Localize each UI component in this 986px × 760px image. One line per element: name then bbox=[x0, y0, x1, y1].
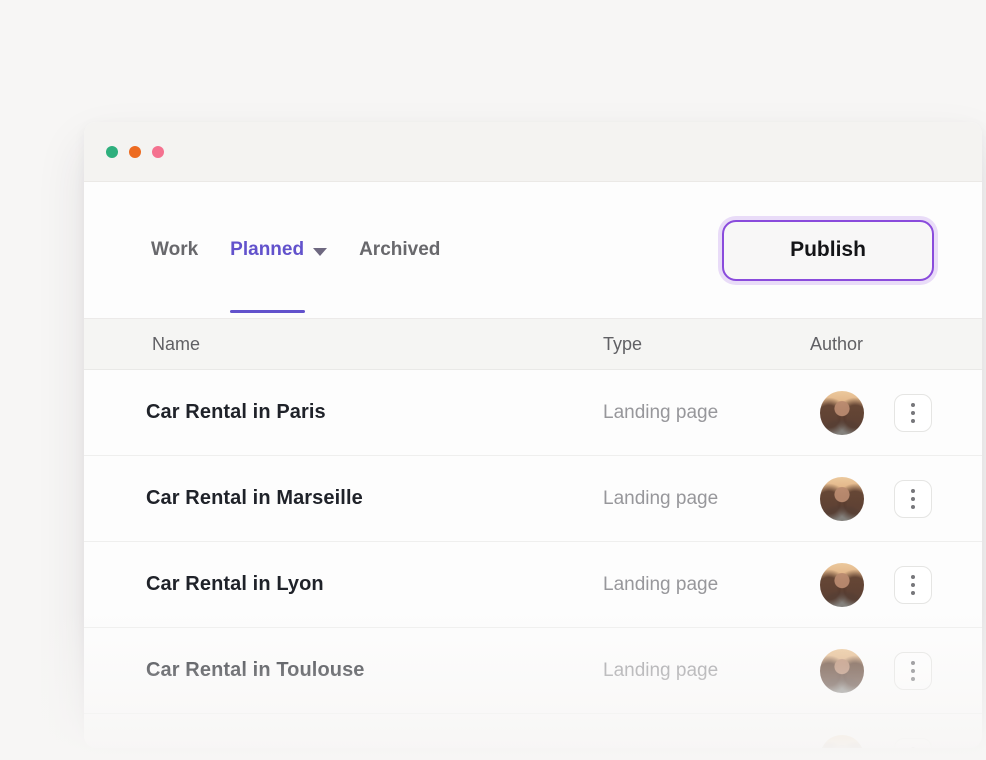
kebab-dot-icon bbox=[911, 505, 915, 509]
row-name: Car Rental in Lyon bbox=[146, 573, 603, 596]
row-menu-button[interactable] bbox=[894, 394, 932, 432]
row-menu-button[interactable] bbox=[894, 566, 932, 604]
publish-button[interactable]: Publish bbox=[722, 220, 934, 281]
titlebar bbox=[84, 122, 982, 182]
kebab-dot-icon bbox=[911, 747, 915, 748]
kebab-dot-icon bbox=[911, 661, 915, 665]
column-header-type: Type bbox=[603, 334, 810, 355]
tab-archived[interactable]: Archived bbox=[359, 182, 440, 318]
author-avatar bbox=[820, 735, 864, 748]
table-row-partial[interactable] bbox=[84, 714, 982, 748]
kebab-dot-icon bbox=[911, 583, 915, 587]
kebab-dot-icon bbox=[911, 669, 915, 673]
tab-archived-label: Archived bbox=[359, 239, 440, 261]
tab-planned-label: Planned bbox=[230, 239, 304, 261]
row-menu-button[interactable] bbox=[894, 652, 932, 690]
tab-work-label: Work bbox=[151, 239, 198, 261]
app-window: Work Planned Archived Publish Name Type … bbox=[84, 122, 982, 748]
author-avatar bbox=[820, 649, 864, 693]
traffic-lights bbox=[106, 146, 164, 158]
table-row[interactable]: Car Rental in Marseille Landing page bbox=[84, 456, 982, 542]
toolbar: Work Planned Archived Publish bbox=[84, 182, 982, 318]
row-type: Landing page bbox=[603, 660, 810, 682]
table-row[interactable]: Car Rental in Lyon Landing page bbox=[84, 542, 982, 628]
kebab-dot-icon bbox=[911, 489, 915, 493]
row-type: Landing page bbox=[603, 488, 810, 510]
row-name: Car Rental in Marseille bbox=[146, 487, 603, 510]
traffic-light-pink-icon[interactable] bbox=[152, 146, 164, 158]
table-header: Name Type Author bbox=[84, 318, 982, 370]
active-tab-underline bbox=[230, 310, 305, 313]
row-menu-button[interactable] bbox=[894, 480, 932, 518]
traffic-light-orange-icon[interactable] bbox=[129, 146, 141, 158]
table-row[interactable]: Car Rental in Toulouse Landing page bbox=[84, 628, 982, 714]
kebab-dot-icon bbox=[911, 403, 915, 407]
kebab-dot-icon bbox=[911, 411, 915, 415]
row-type: Landing page bbox=[603, 402, 810, 424]
kebab-dot-icon bbox=[911, 591, 915, 595]
row-menu-button[interactable] bbox=[894, 738, 932, 748]
column-header-author: Author bbox=[810, 334, 894, 355]
author-avatar bbox=[820, 477, 864, 521]
row-name: Car Rental in Paris bbox=[146, 401, 603, 424]
row-type: Landing page bbox=[603, 574, 810, 596]
kebab-dot-icon bbox=[911, 497, 915, 501]
kebab-dot-icon bbox=[911, 575, 915, 579]
kebab-dot-icon bbox=[911, 419, 915, 423]
author-avatar bbox=[820, 391, 864, 435]
tab-work[interactable]: Work bbox=[151, 182, 198, 318]
column-header-name: Name bbox=[152, 334, 603, 355]
chevron-down-icon bbox=[313, 248, 327, 256]
tab-planned[interactable]: Planned bbox=[230, 182, 327, 318]
tab-bar: Work Planned Archived bbox=[151, 182, 440, 318]
kebab-dot-icon bbox=[911, 677, 915, 681]
row-name: Car Rental in Toulouse bbox=[146, 659, 603, 682]
table-row[interactable]: Car Rental in Paris Landing page bbox=[84, 370, 982, 456]
author-avatar bbox=[820, 563, 864, 607]
traffic-light-green-icon[interactable] bbox=[106, 146, 118, 158]
